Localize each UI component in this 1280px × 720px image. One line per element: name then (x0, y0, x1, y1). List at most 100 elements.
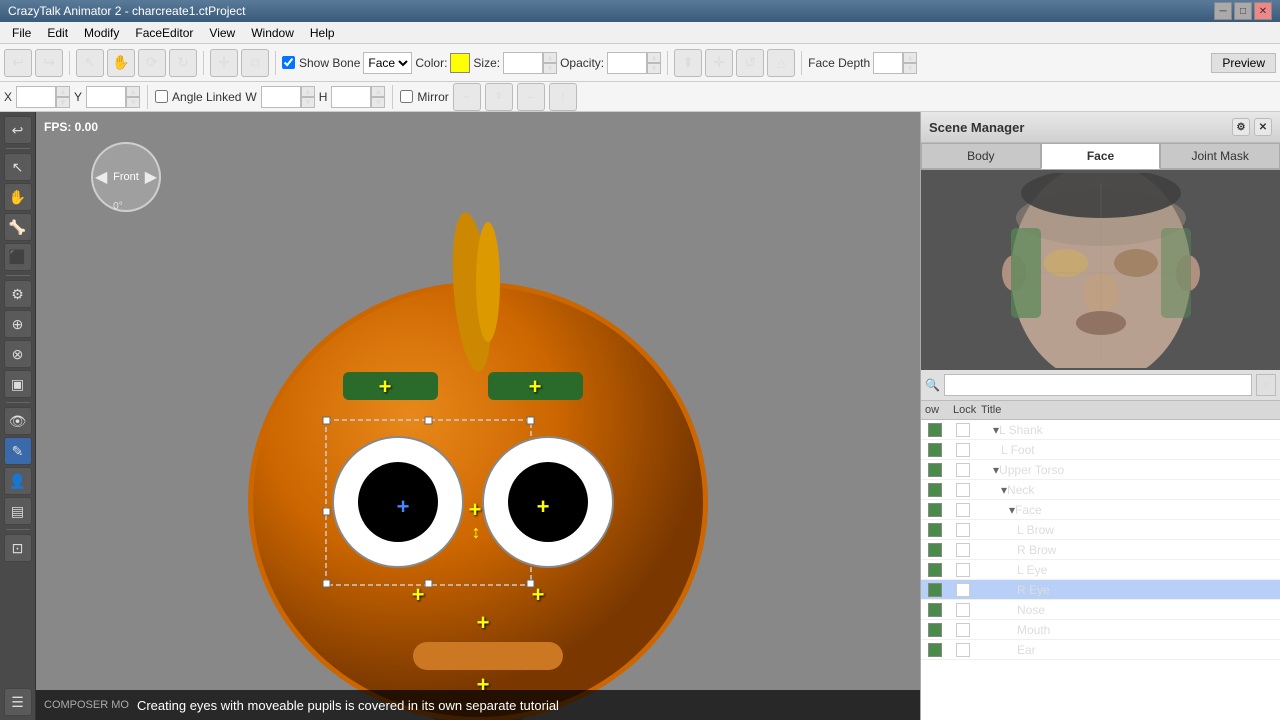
move-all-button[interactable]: ✛ (705, 49, 733, 77)
maximize-button[interactable]: □ (1234, 2, 1252, 20)
tree-row-check[interactable] (921, 463, 949, 477)
tree-row[interactable]: ▾ L Shank (921, 420, 1280, 440)
tool-k[interactable]: 👤 (4, 467, 32, 495)
tree-row-lock[interactable] (949, 523, 977, 537)
tree-row-lock[interactable] (949, 603, 977, 617)
tab-joint-mask[interactable]: Joint Mask (1160, 143, 1280, 169)
sm-close-btn[interactable]: ✕ (1254, 118, 1272, 136)
dir-right-arrow[interactable]: ▶ (145, 167, 157, 187)
tool-d[interactable]: ⬛ (4, 243, 32, 271)
mirror-checkbox[interactable] (400, 90, 413, 103)
refresh-button[interactable]: ↻ (169, 49, 197, 77)
tree-row[interactable]: Mouth (921, 620, 1280, 640)
move-up-button[interactable]: ⬆ (674, 49, 702, 77)
h-down[interactable]: ▼ (371, 97, 385, 108)
tree-row-check[interactable] (921, 643, 949, 657)
rotate-button[interactable]: ⟳ (138, 49, 166, 77)
tree-row-lock[interactable] (949, 503, 977, 517)
canvas-area[interactable]: FPS: 0.00 ◀ Front 0° ▶ (36, 112, 920, 720)
tool-bone[interactable]: 🦴 (4, 213, 32, 241)
tool-m[interactable]: ⊡ (4, 534, 32, 562)
preview-button[interactable]: Preview (1211, 53, 1276, 73)
flip-v-button[interactable]: ⇕ (485, 83, 513, 111)
redo-button[interactable]: ↪ (35, 49, 63, 77)
select-button[interactable]: ↖ (76, 49, 104, 77)
tree-row-check[interactable] (921, 483, 949, 497)
tool-i[interactable]: 👁 (4, 407, 32, 435)
menu-view[interactable]: View (201, 24, 243, 42)
tree-row-check[interactable] (921, 443, 949, 457)
tree-row-lock[interactable] (949, 423, 977, 437)
opacity-up[interactable]: ▲ (647, 52, 661, 63)
menu-faceeditor[interactable]: FaceEditor (127, 24, 201, 42)
w-down[interactable]: ▼ (301, 97, 315, 108)
tree-row[interactable]: ▾ Neck (921, 480, 1280, 500)
tree-row-check[interactable] (921, 503, 949, 517)
tree-row[interactable]: R Eye (921, 580, 1280, 600)
tree-row-lock[interactable] (949, 443, 977, 457)
tree-row-check[interactable] (921, 423, 949, 437)
x-up[interactable]: ▲ (56, 86, 70, 97)
tree-row-check[interactable] (921, 543, 949, 557)
tree-row-lock[interactable] (949, 583, 977, 597)
tool-select[interactable]: ↖ (4, 153, 32, 181)
face-depth-up[interactable]: ▲ (903, 52, 917, 63)
face-depth-input[interactable]: 1 (873, 52, 903, 74)
tree-row-check[interactable] (921, 603, 949, 617)
tree-row-lock[interactable] (949, 543, 977, 557)
tree-row-lock[interactable] (949, 623, 977, 637)
x-down[interactable]: ▼ (56, 97, 70, 108)
opacity-input[interactable]: 100 (607, 52, 647, 74)
y-input[interactable]: 155.4 (86, 86, 126, 108)
tree-row[interactable]: L Brow (921, 520, 1280, 540)
menu-file[interactable]: File (4, 24, 39, 42)
tree-row-check[interactable] (921, 623, 949, 637)
tool-j[interactable]: ✎ (4, 437, 32, 465)
reset-button[interactable]: ↺ (736, 49, 764, 77)
size-up[interactable]: ▲ (543, 52, 557, 63)
angle-linked-checkbox[interactable] (155, 90, 168, 103)
flip2-button[interactable]: ↕ (549, 83, 577, 111)
w-up[interactable]: ▲ (301, 86, 315, 97)
move-button[interactable]: ✋ (107, 49, 135, 77)
size-input[interactable]: 30 (503, 52, 543, 74)
undo-button[interactable]: ↩ (4, 49, 32, 77)
size-down[interactable]: ▼ (543, 63, 557, 74)
tree-row-lock[interactable] (949, 463, 977, 477)
sm-settings-btn[interactable]: ⚙ (1232, 118, 1250, 136)
menu-window[interactable]: Window (243, 24, 302, 42)
tree-row[interactable]: L Foot (921, 440, 1280, 460)
tool-l[interactable]: ▤ (4, 497, 32, 525)
tree-row-lock[interactable] (949, 483, 977, 497)
tool-b[interactable]: ⧉ (241, 49, 269, 77)
tool-h[interactable]: ▣ (4, 370, 32, 398)
tree-row[interactable]: L Eye (921, 560, 1280, 580)
tool-undo-left[interactable]: ↩ (4, 116, 32, 144)
color-swatch[interactable] (450, 53, 470, 73)
minimize-button[interactable]: ─ (1214, 2, 1232, 20)
opacity-down[interactable]: ▼ (647, 63, 661, 74)
tool-g[interactable]: ⊗ (4, 340, 32, 368)
tree-row[interactable]: R Brow (921, 540, 1280, 560)
y-down[interactable]: ▼ (126, 97, 140, 108)
tool-e[interactable]: ⚙ (4, 280, 32, 308)
tree-row-check[interactable] (921, 583, 949, 597)
tool-pan[interactable]: ✋ (4, 183, 32, 211)
w-input[interactable]: 100.0 (261, 86, 301, 108)
tool-f[interactable]: ⊕ (4, 310, 32, 338)
h-up[interactable]: ▲ (371, 86, 385, 97)
tree-row-lock[interactable] (949, 563, 977, 577)
show-bone-checkbox[interactable] (282, 56, 295, 69)
tree-row[interactable]: Ear (921, 640, 1280, 660)
h-input[interactable]: 100.0 (331, 86, 371, 108)
search-dropdown-btn[interactable]: ▼ (1256, 374, 1276, 396)
tab-face[interactable]: Face (1041, 143, 1161, 169)
home-button[interactable]: ⌂ (767, 49, 795, 77)
tab-body[interactable]: Body (921, 143, 1041, 169)
dir-left-arrow[interactable]: ◀ (95, 167, 107, 187)
menu-edit[interactable]: Edit (39, 24, 76, 42)
flip-h-button[interactable]: ⇔ (453, 83, 481, 111)
tool-a[interactable]: ✛ (210, 49, 238, 77)
tree-row-lock[interactable] (949, 643, 977, 657)
menu-modify[interactable]: Modify (76, 24, 127, 42)
